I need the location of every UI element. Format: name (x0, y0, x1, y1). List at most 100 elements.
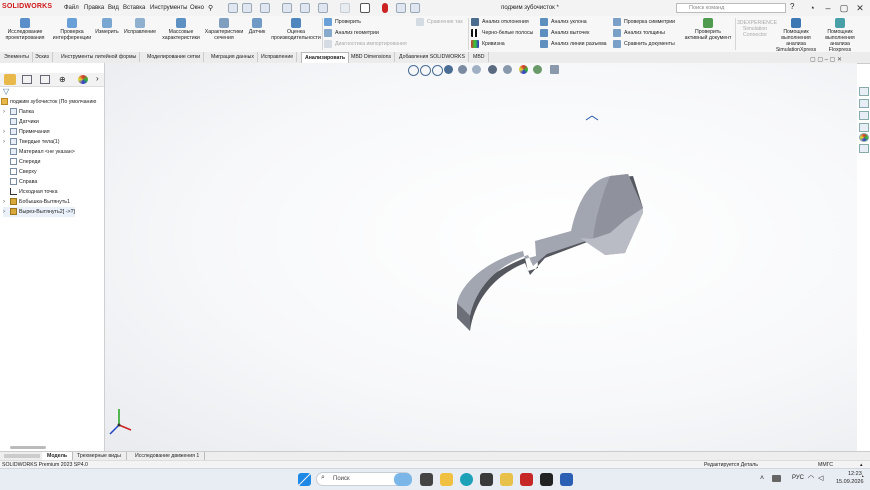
word-icon[interactable] (560, 473, 573, 486)
tree-item-top-plane[interactable]: Сверху (3, 167, 37, 177)
horizontal-scrollbar[interactable] (10, 446, 46, 449)
measure-button[interactable]: Измерить (94, 16, 120, 52)
traffic-light-icon[interactable] (382, 3, 388, 13)
appearances-icon[interactable] (859, 133, 869, 142)
help-icon[interactable]: ? (790, 2, 794, 11)
mass-properties-button[interactable]: Массовые характеристики (160, 16, 202, 52)
deviation-analysis-button[interactable]: Анализ отклонения (471, 17, 539, 28)
tab-scroll-arrows[interactable] (4, 454, 40, 458)
select-icon[interactable] (360, 3, 370, 13)
design-study-button[interactable]: Исследование проектирования (2, 16, 48, 52)
tab-mbd[interactable]: MBD (470, 52, 489, 62)
tab-analyze[interactable]: Анализировать (301, 52, 350, 63)
widget-icon[interactable] (394, 473, 412, 486)
compare-documents-button[interactable]: Сравнить документы (613, 39, 681, 50)
view-palette-icon[interactable] (859, 123, 869, 132)
repair-button[interactable]: Исправление (122, 16, 158, 52)
tab-data-migration[interactable]: Миграция данных (208, 52, 258, 62)
tray-chevron-icon[interactable]: ˄ (760, 475, 764, 482)
menu-edit[interactable]: Правка (84, 5, 104, 11)
network-icon[interactable]: ◠ (808, 474, 814, 482)
menu-window[interactable]: Окно (190, 5, 204, 11)
simulationxpress-button[interactable]: Помощник выполнения анализа SimulationXp… (775, 16, 817, 53)
tab-3d-views[interactable]: Трехмерные виды (72, 452, 127, 460)
tab-sketch[interactable]: Эскиз (32, 52, 53, 62)
tab-mesh-modeling[interactable]: Моделирование сетки (144, 52, 205, 62)
redo-icon[interactable] (340, 3, 350, 13)
close-button[interactable]: ✕ (854, 2, 866, 14)
notifications-icon[interactable]: ◔ (860, 474, 864, 481)
file-properties-icon[interactable] (396, 3, 406, 13)
tree-root[interactable]: поджим зубочисток (По умолчанию (1, 97, 96, 107)
filter-icon[interactable]: ▽ (3, 87, 9, 96)
expand-arrow-icon[interactable]: › (3, 207, 10, 217)
chevron-right-icon[interactable]: › (96, 74, 99, 83)
tab-features[interactable]: Элементы (1, 52, 33, 62)
yandex-icon[interactable] (500, 473, 513, 486)
new-document-icon[interactable] (242, 3, 252, 13)
minimize-button[interactable]: – (822, 2, 834, 14)
tree-item-folder[interactable]: › Папка (3, 107, 34, 117)
part-model[interactable] (105, 63, 857, 451)
compare-geometry-button[interactable]: Сравнение так (416, 17, 468, 28)
user-icon[interactable]: ◔ (806, 2, 818, 14)
pin-icon[interactable]: ⚲ (208, 4, 213, 12)
volume-icon[interactable]: ◁ (818, 474, 823, 482)
undo-icon[interactable] (318, 3, 328, 13)
performance-evaluation-button[interactable]: Оценка производительности (270, 16, 322, 52)
custom-properties-icon[interactable] (859, 144, 869, 153)
check-active-document-button[interactable]: Проверить активный документ (683, 16, 733, 52)
configuration-manager-tab-icon[interactable] (40, 75, 50, 84)
command-search-input[interactable]: Поиск команд (676, 3, 786, 13)
open-icon[interactable] (260, 3, 270, 13)
curvature-button[interactable]: Кривизна (471, 39, 539, 50)
dimxpert-tab-icon[interactable]: ⊕ (59, 75, 66, 84)
viewport-window-controls[interactable]: ▢ ▢ – ▢ ✕ (810, 56, 842, 63)
menu-file[interactable]: Файл (64, 5, 79, 11)
start-icon[interactable] (298, 473, 311, 486)
floxpress-button[interactable]: Помощник выполнения анализа Floxpress (819, 16, 861, 53)
design-library-icon[interactable] (859, 99, 869, 108)
menu-tools[interactable]: Инструменты (150, 5, 187, 11)
tree-item-right-plane[interactable]: Справа (3, 177, 37, 187)
tree-item-cut-extrude[interactable]: › Вырез-Вытянуть2[ ->?] (3, 207, 75, 217)
tree-item-boss-extrude[interactable]: › Бобышка-Вытянуть1 (3, 197, 70, 207)
task-view-icon[interactable] (420, 473, 433, 486)
save-icon[interactable] (282, 3, 292, 13)
geometry-analysis-button[interactable]: Анализ геометрии (324, 28, 414, 39)
tab-model[interactable]: Модель (42, 452, 74, 460)
tab-motion-study[interactable]: Исследование движения 1 (130, 452, 206, 460)
tree-item-front-plane[interactable]: Спереди (3, 157, 40, 167)
symmetry-check-button[interactable]: Проверка симметрии (613, 17, 681, 28)
tree-item-sensors[interactable]: Датчики (3, 117, 39, 127)
tree-item-annotations[interactable]: › Примечания (3, 127, 50, 137)
zebra-stripes-button[interactable]: Черно-белые полосы (471, 28, 539, 39)
display-manager-tab-icon[interactable] (78, 75, 88, 84)
thickness-analysis-button[interactable]: Анализ толщины (613, 28, 681, 39)
check-button[interactable]: Проверить (324, 17, 414, 28)
draft-analysis-button[interactable]: Анализ уклона (540, 17, 612, 28)
edge-browser-icon[interactable] (460, 473, 473, 486)
simulation-connector-button[interactable]: 3DEXPERIENCE Simulation Connector (737, 16, 777, 52)
expand-arrow-icon[interactable]: › (3, 137, 10, 147)
tab-mbd-dimensions[interactable]: MBD Dimensions (348, 52, 396, 62)
file-explorer-icon[interactable] (859, 111, 869, 120)
language-indicator[interactable]: РУС (792, 475, 804, 481)
print-icon[interactable] (300, 3, 310, 13)
graphics-area[interactable]: ▢ ▢ – ▢ ✕ (105, 57, 857, 451)
store-icon[interactable] (480, 473, 493, 486)
tab-solidworks-addins[interactable]: Добавления SOLIDWORKS (396, 52, 469, 62)
menu-view[interactable]: Вид (108, 5, 119, 11)
tree-item-solid-bodies[interactable]: › Твердые тела(1) (3, 137, 60, 147)
tree-item-material[interactable]: Материал <не указан> (3, 147, 75, 157)
property-manager-tab-icon[interactable] (22, 75, 32, 84)
options-gear-icon[interactable] (410, 3, 420, 13)
section-properties-button[interactable]: Характеристики сечения (204, 16, 244, 52)
home-icon[interactable] (228, 3, 238, 13)
tree-item-origin[interactable]: Исходная точка (3, 187, 58, 197)
feature-manager-tab-icon[interactable] (4, 74, 16, 85)
tab-mold-tools[interactable]: Инструменты литейной формы (58, 52, 141, 62)
sensor-button[interactable]: Датчик (246, 16, 268, 52)
maximize-button[interactable]: ▢ (838, 2, 850, 14)
expand-arrow-icon[interactable]: › (3, 127, 10, 137)
